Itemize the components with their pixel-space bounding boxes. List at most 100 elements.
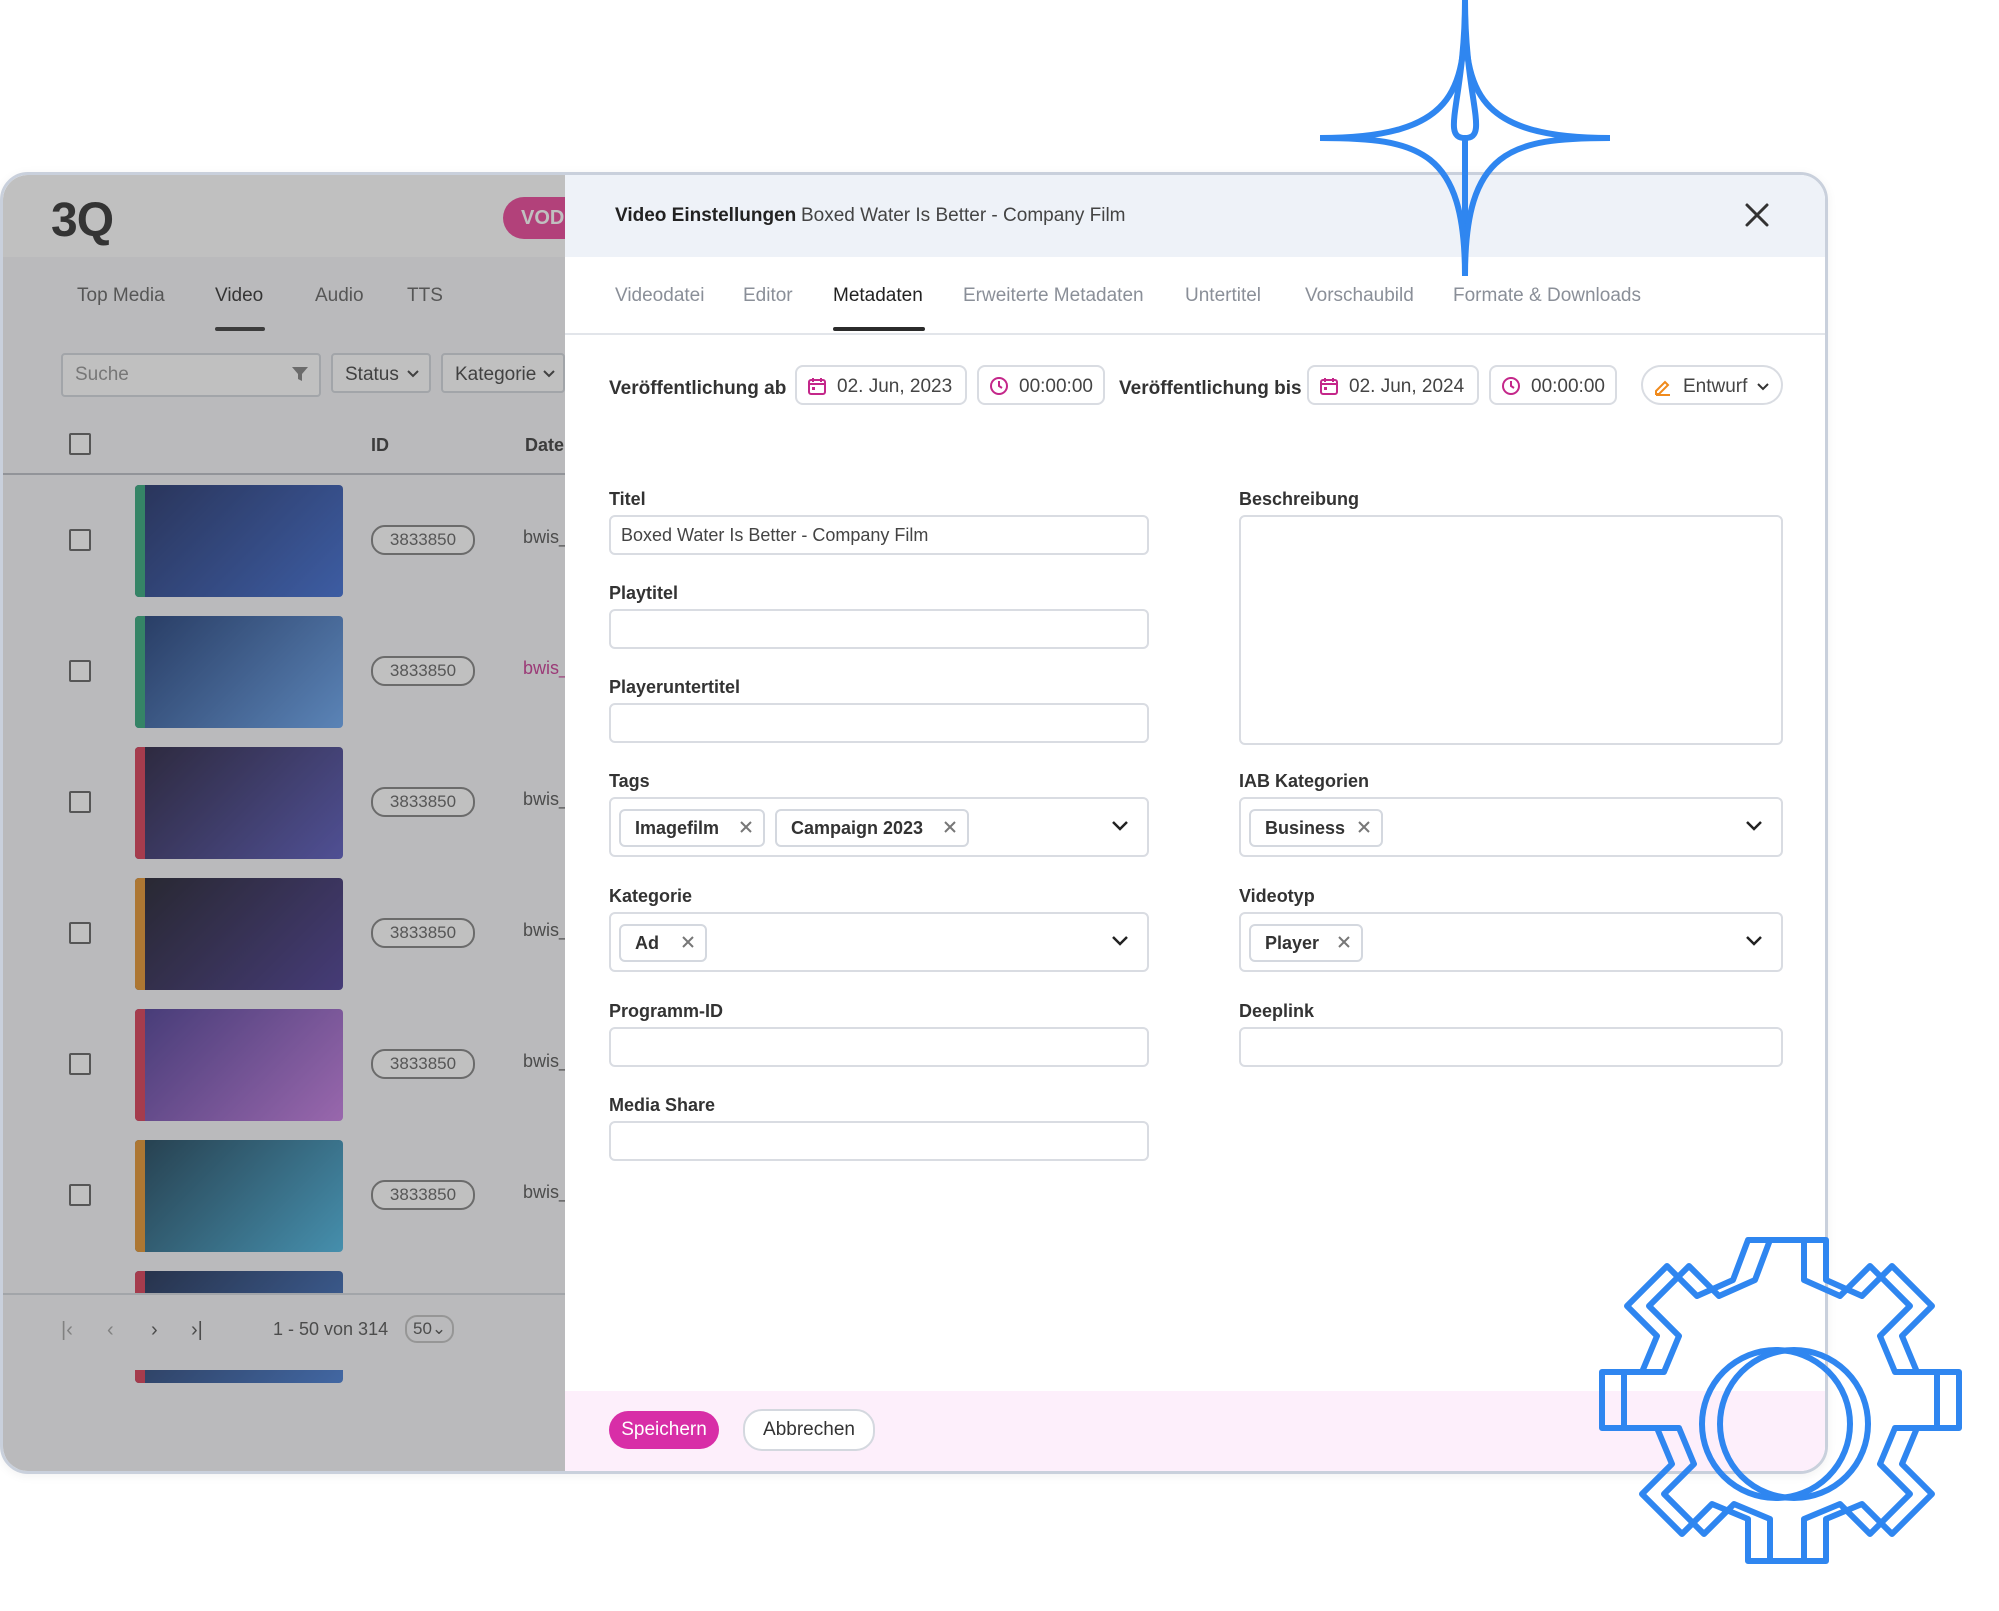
id-badge: 3833850	[371, 918, 475, 948]
publish-to-date-value: 02. Jun, 2024	[1349, 376, 1465, 397]
next-page-icon[interactable]: ›	[151, 1319, 158, 1342]
last-page-icon[interactable]: ›|	[191, 1319, 203, 1342]
calendar-icon	[1320, 378, 1338, 395]
column-id[interactable]: ID	[371, 435, 389, 456]
file-name[interactable]: bwis_	[523, 789, 565, 810]
row-checkbox[interactable]	[69, 922, 91, 944]
active-tab-indicator	[215, 327, 265, 331]
publish-from-date[interactable]: 02. Jun, 2023	[795, 365, 967, 405]
filter-icon[interactable]	[291, 365, 309, 383]
table-row[interactable]: 3833850 bwis_	[3, 479, 565, 610]
row-checkbox[interactable]	[69, 1053, 91, 1075]
chevron-down-icon[interactable]	[1745, 934, 1763, 948]
file-name[interactable]: bwis_	[523, 1051, 565, 1072]
status-filter-label: Status	[345, 364, 399, 385]
prev-page-icon[interactable]: ‹	[107, 1319, 114, 1342]
id-badge: 3833850	[371, 1180, 475, 1210]
video-thumbnail[interactable]	[135, 878, 343, 990]
chevron-down-icon	[1757, 383, 1769, 391]
status-bar	[135, 485, 145, 597]
video-thumbnail[interactable]	[135, 747, 343, 859]
remove-icon[interactable]	[1337, 935, 1351, 949]
kategorie-label: Kategorie	[609, 886, 693, 906]
first-page-icon[interactable]: |‹	[61, 1319, 73, 1342]
tag-chip-label: Campaign 2023	[791, 818, 924, 838]
media-share-input[interactable]	[609, 1121, 1149, 1161]
logo: 3Q	[51, 194, 114, 247]
playeruntertitel-input[interactable]	[609, 703, 1149, 743]
row-checkbox[interactable]	[69, 1184, 91, 1206]
video-thumbnail[interactable]	[135, 616, 343, 728]
video-thumbnail[interactable]	[135, 485, 343, 597]
titel-input[interactable]: Boxed Water Is Better - Company Film	[609, 515, 1149, 555]
tab-video[interactable]: Video	[215, 285, 263, 307]
videotyp-chip-label: Player	[1265, 933, 1320, 953]
tab-tts[interactable]: TTS	[407, 285, 443, 307]
table-row[interactable]: 3833850 bwis_	[3, 872, 565, 1003]
remove-icon[interactable]	[943, 820, 957, 834]
remove-icon[interactable]	[1357, 820, 1371, 834]
tab-untertitel[interactable]: Untertitel	[1185, 285, 1261, 307]
row-checkbox[interactable]	[69, 529, 91, 551]
publish-to-date[interactable]: 02. Jun, 2024	[1307, 365, 1479, 405]
iab-select[interactable]: Business	[1239, 797, 1783, 857]
tab-editor[interactable]: Editor	[743, 285, 793, 307]
deeplink-input[interactable]	[1239, 1027, 1783, 1067]
titel-label: Titel	[609, 489, 646, 509]
tags-select[interactable]: Imagefilm Campaign 2023	[609, 797, 1149, 857]
page-size-select[interactable]: 50⌄	[405, 1315, 455, 1343]
mode-badge[interactable]: VOD	[503, 197, 565, 239]
clock-icon	[1502, 377, 1520, 395]
table-row[interactable]: 3833850 bwis_	[3, 1134, 565, 1265]
file-name[interactable]: bwis_	[523, 658, 565, 679]
search-input[interactable]: Suche	[61, 353, 321, 397]
select-all-checkbox[interactable]	[69, 433, 91, 455]
tab-videodatei[interactable]: Videodatei	[615, 285, 704, 307]
save-button[interactable]: Speichern	[609, 1411, 719, 1449]
videotyp-select[interactable]: Player	[1239, 912, 1783, 972]
top-bar: 3Q VOD	[3, 175, 565, 257]
iab-label: IAB Kategorien	[1239, 771, 1370, 791]
playtitel-input[interactable]	[609, 609, 1149, 649]
pencil-icon	[1655, 380, 1670, 396]
programm-id-input[interactable]	[609, 1027, 1149, 1067]
video-thumbnail[interactable]	[135, 1009, 343, 1121]
kategorie-select[interactable]: Ad	[609, 912, 1149, 972]
id-badge: 3833850	[371, 656, 475, 686]
file-name[interactable]: bwis_	[523, 920, 565, 941]
tab-erweiterte-metadaten[interactable]: Erweiterte Metadaten	[963, 285, 1144, 307]
row-checkbox[interactable]	[69, 660, 91, 682]
file-name[interactable]: bwis_	[523, 527, 565, 548]
status-filter[interactable]: Status	[331, 353, 431, 393]
row-checkbox[interactable]	[69, 791, 91, 813]
tab-formate-downloads[interactable]: Formate & Downloads	[1453, 285, 1641, 307]
media-tabs: Top Media Video Audio TTS	[3, 257, 565, 331]
kategorie-filter[interactable]: Kategorie	[441, 353, 565, 393]
file-name[interactable]: bwis_	[523, 1182, 565, 1203]
column-date[interactable]: Date	[525, 435, 564, 456]
beschreibung-label: Beschreibung	[1239, 489, 1360, 509]
close-icon[interactable]	[1739, 197, 1775, 233]
tab-audio[interactable]: Audio	[315, 285, 364, 307]
tab-top-media[interactable]: Top Media	[77, 285, 165, 307]
remove-icon[interactable]	[739, 820, 753, 834]
video-thumbnail[interactable]	[135, 1140, 343, 1252]
status-dropdown[interactable]: Entwurf	[1641, 365, 1783, 405]
chevron-down-icon[interactable]	[1745, 819, 1763, 833]
tab-vorschaubild[interactable]: Vorschaubild	[1305, 285, 1414, 307]
table-row[interactable]: 3833850 bwis_	[3, 1003, 565, 1134]
status-value: Entwurf	[1683, 376, 1748, 397]
cancel-button[interactable]: Abbrechen	[743, 1409, 875, 1451]
iab-chip: Business	[1249, 809, 1383, 847]
tab-metadaten[interactable]: Metadaten	[833, 285, 923, 307]
table-row[interactable]: 3833850 bwis_	[3, 610, 565, 741]
publish-from-time-value: 00:00:00	[1019, 376, 1093, 397]
chevron-down-icon[interactable]	[1111, 819, 1129, 833]
publish-to-time[interactable]: 00:00:00	[1489, 365, 1617, 405]
remove-icon[interactable]	[681, 935, 695, 949]
beschreibung-textarea[interactable]	[1239, 515, 1783, 745]
publish-from-time[interactable]: 00:00:00	[977, 365, 1105, 405]
chevron-down-icon[interactable]	[1111, 934, 1129, 948]
table-row[interactable]: 3833850 bwis_	[3, 741, 565, 872]
kategorie-chip: Ad	[619, 924, 707, 962]
